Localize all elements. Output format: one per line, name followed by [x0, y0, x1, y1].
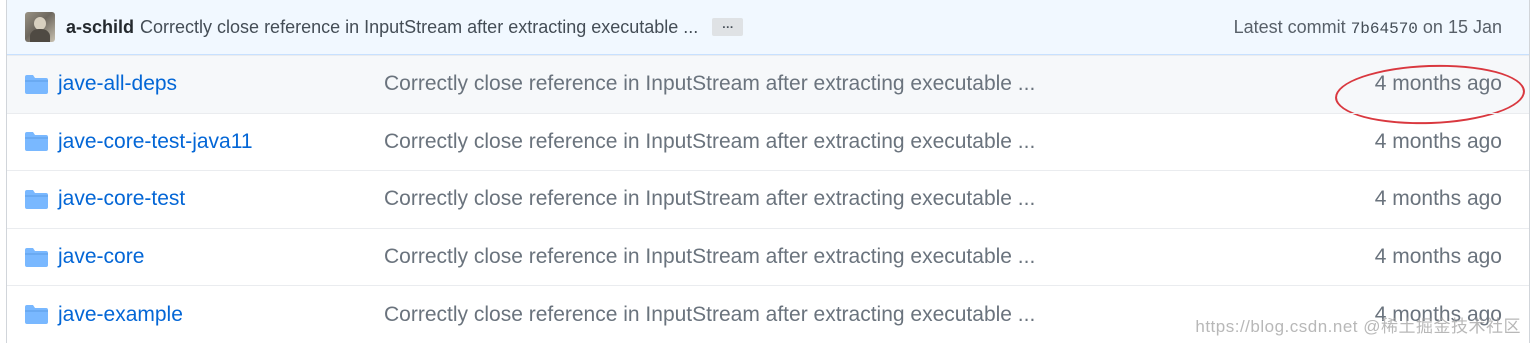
row-commit-message-link[interactable]: Correctly close reference in InputStream… — [384, 245, 1035, 269]
commit-sha-link[interactable]: 7b64570 — [1351, 20, 1418, 38]
folder-icon — [25, 74, 48, 94]
file-row[interactable]: jave-core Correctly close reference in I… — [7, 227, 1529, 286]
row-commit-message-link[interactable]: Correctly close reference in InputStream… — [384, 187, 1035, 211]
folder-name-link[interactable]: jave-core — [58, 245, 384, 269]
folder-name-link[interactable]: jave-core-test — [58, 187, 384, 211]
row-commit-message-link[interactable]: Correctly close reference in InputStream… — [384, 130, 1035, 154]
commit-date: on 15 Jan — [1422, 16, 1502, 37]
row-commit-message-link[interactable]: Correctly close reference in InputStream… — [384, 303, 1035, 327]
author-avatar[interactable] — [25, 12, 55, 42]
file-row[interactable]: jave-core-test-java11 Correctly close re… — [7, 112, 1529, 171]
row-age: 4 months ago — [1374, 129, 1502, 153]
file-list-box: a-schild Correctly close reference in In… — [6, 0, 1530, 343]
latest-commit-label: Latest commit — [1233, 16, 1346, 37]
folder-icon — [25, 305, 48, 325]
file-row[interactable]: jave-all-deps Correctly close reference … — [7, 55, 1529, 128]
folder-icon — [25, 247, 48, 267]
row-age: 4 months ago — [1374, 187, 1502, 211]
latest-commit-bar: a-schild Correctly close reference in In… — [7, 0, 1529, 55]
row-age: 4 months ago — [1374, 245, 1502, 269]
latest-commit-info: Latest commit 7b64570 on 15 Jan — [1234, 17, 1502, 38]
folder-name-link[interactable]: jave-all-deps — [58, 72, 384, 96]
file-row[interactable]: jave-core-test Correctly close reference… — [7, 170, 1529, 228]
commit-author-link[interactable]: a-schild — [66, 17, 134, 38]
folder-icon — [25, 189, 48, 209]
folder-icon — [25, 132, 48, 152]
row-age: 4 months ago — [1374, 72, 1502, 96]
expand-message-button[interactable]: … — [712, 18, 744, 36]
row-commit-message-link[interactable]: Correctly close reference in InputStream… — [384, 72, 1035, 96]
folder-name-link[interactable]: jave-core-test-java11 — [58, 130, 384, 154]
watermark: https://blog.csdn.net @稀土掘金技术社区 — [1195, 317, 1521, 336]
folder-name-link[interactable]: jave-example — [58, 303, 384, 327]
commit-message-link[interactable]: Correctly close reference in InputStream… — [140, 17, 698, 38]
